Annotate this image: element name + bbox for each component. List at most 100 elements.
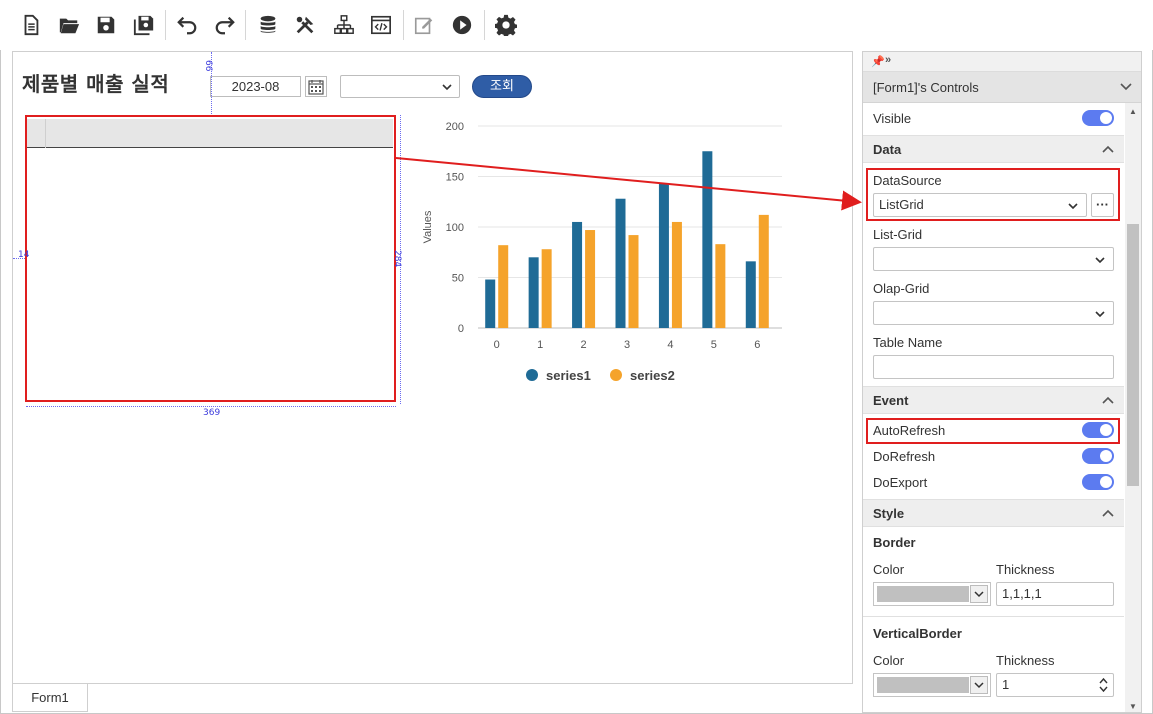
expand-icon[interactable]: » <box>885 54 891 66</box>
border-thickness-input[interactable]: 1,1,1,1 <box>996 582 1114 606</box>
border-label: Border <box>873 535 916 550</box>
x-tick-label: 1 <box>537 339 543 351</box>
chevron-up-icon <box>1102 509 1114 517</box>
tab-form1[interactable]: Form1 <box>12 684 88 712</box>
dimension-label: 66 <box>203 60 213 72</box>
database-icon[interactable] <box>255 12 281 38</box>
tablename-input[interactable] <box>873 355 1114 379</box>
properties-panel: 📌 » [Form1]'s Controls Visible Data Data… <box>862 51 1142 713</box>
chevron-down-icon <box>1068 203 1078 210</box>
list-grid-control[interactable] <box>25 115 396 402</box>
x-tick-label: 4 <box>667 339 673 351</box>
form-tabs: Form1 <box>12 684 853 712</box>
dimension-label: 284 <box>392 250 402 268</box>
scroll-up-icon[interactable]: ▲ <box>1129 107 1137 116</box>
x-tick-label: 3 <box>624 339 630 351</box>
panel-title[interactable]: [Form1]'s Controls <box>863 72 1141 103</box>
redo-icon[interactable] <box>212 12 238 38</box>
autorefresh-toggle[interactable] <box>1082 422 1114 438</box>
save-icon[interactable] <box>93 12 119 38</box>
stepper-icon[interactable] <box>1099 677 1108 693</box>
vborder-color-picker[interactable] <box>873 673 991 697</box>
dorefresh-label: DoRefresh <box>873 449 936 464</box>
dimension-label: 14 <box>18 250 30 260</box>
vborder-thickness-stepper[interactable]: 1 <box>996 673 1114 697</box>
settings-icon[interactable] <box>493 12 519 38</box>
grid-header-divider <box>45 119 46 148</box>
data-section-label: Data <box>873 142 902 157</box>
bar-series2 <box>585 230 596 328</box>
new-file-icon[interactable] <box>18 12 44 38</box>
date-input[interactable]: 2023-08 <box>210 76 301 97</box>
y-tick-label: 100 <box>446 222 464 234</box>
save-all-icon[interactable] <box>131 12 157 38</box>
x-tick-label: 2 <box>581 339 587 351</box>
bar-series1 <box>615 198 626 328</box>
datasource-browse-button[interactable]: ··· <box>1091 193 1114 217</box>
x-tick-label: 5 <box>711 339 717 351</box>
grid-header <box>27 119 393 148</box>
bar-series2 <box>541 249 552 328</box>
olapgrid-select[interactable] <box>873 301 1114 325</box>
legend-label: series1 <box>546 368 591 383</box>
chevron-down-icon[interactable] <box>970 585 988 603</box>
chevron-down-icon <box>442 84 452 91</box>
run-icon[interactable] <box>449 12 475 38</box>
listgrid-select[interactable] <box>873 247 1114 271</box>
bar-series1 <box>658 183 669 328</box>
query-button[interactable]: 조회 <box>472 75 532 98</box>
edit-icon[interactable] <box>411 12 437 38</box>
legend-marker <box>610 369 622 381</box>
toolbar-separator <box>403 10 404 40</box>
bar-series1 <box>702 151 713 328</box>
y-tick-label: 0 <box>458 323 464 335</box>
y-tick-label: 200 <box>446 121 464 133</box>
visible-label: Visible <box>873 111 912 126</box>
y-tick-label: 150 <box>446 172 464 184</box>
bar-chart[interactable]: 0 50 100 150 200 Values 0 1 2 3 4 5 6 series1 series2 <box>410 112 790 392</box>
datasource-label: DataSource <box>873 173 942 188</box>
x-tick-label: 0 <box>494 339 500 351</box>
toolbar <box>0 0 1153 50</box>
dorefresh-toggle[interactable] <box>1082 448 1114 464</box>
pin-icon[interactable]: 📌 <box>871 55 885 68</box>
divider <box>863 616 1124 617</box>
bar-series1 <box>572 221 583 328</box>
code-icon[interactable] <box>368 12 394 38</box>
scroll-down-icon[interactable]: ▼ <box>1129 702 1137 711</box>
doexport-toggle[interactable] <box>1082 474 1114 490</box>
hierarchy-icon[interactable] <box>331 12 357 38</box>
chevron-down-icon[interactable] <box>970 676 988 694</box>
page-title: 제품별 매출 실적 <box>22 72 170 96</box>
vborder-thickness-value: 1 <box>1002 677 1010 692</box>
bar-series1 <box>528 257 539 328</box>
listgrid-label: List-Grid <box>873 227 923 242</box>
border-color-label: Color <box>873 562 905 577</box>
open-folder-icon[interactable] <box>56 12 82 38</box>
event-section-label: Event <box>873 393 909 408</box>
bar-series2 <box>628 235 639 328</box>
dimension-guide <box>26 406 396 407</box>
visible-toggle[interactable] <box>1082 110 1114 126</box>
border-color-picker[interactable] <box>873 582 991 606</box>
doexport-label: DoExport <box>873 475 928 490</box>
bar-series1 <box>485 279 496 328</box>
panel-pin-bar: 📌 » <box>863 52 1141 72</box>
undo-icon[interactable] <box>174 12 200 38</box>
filter-select[interactable] <box>340 75 460 98</box>
data-section-header[interactable]: Data <box>863 135 1124 163</box>
scrollbar-thumb[interactable] <box>1127 224 1139 486</box>
calendar-icon[interactable] <box>305 76 327 97</box>
tablename-label: Table Name <box>873 335 943 350</box>
olapgrid-label: Olap-Grid <box>873 281 930 296</box>
legend-marker <box>526 369 538 381</box>
tools-icon[interactable] <box>292 12 318 38</box>
chevron-down-icon <box>1095 257 1105 264</box>
style-section-header[interactable]: Style <box>863 499 1124 527</box>
dimension-label: 369 <box>203 408 221 418</box>
y-tick-label: 50 <box>452 273 464 285</box>
legend-label: series2 <box>630 368 675 383</box>
vborder-thickness-label: Thickness <box>996 653 1055 668</box>
datasource-select[interactable]: ListGrid <box>873 193 1087 217</box>
event-section-header[interactable]: Event <box>863 386 1124 414</box>
